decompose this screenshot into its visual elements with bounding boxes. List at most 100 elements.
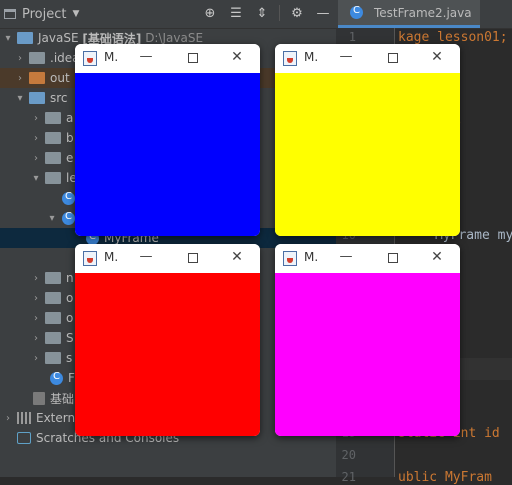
chevron-right-icon[interactable]: › — [30, 133, 42, 144]
chevron-down-icon[interactable]: ▾ — [30, 173, 42, 184]
project-window-icon — [4, 9, 16, 19]
tree-item-label: a — [66, 111, 74, 125]
source-folder-icon — [29, 92, 45, 104]
close-icon[interactable]: ✕ — [229, 249, 245, 265]
project-panel-header: Project ▼ ⊕ ☰ ⇕ ⚙ — — [0, 0, 336, 29]
scratches-icon — [17, 432, 31, 444]
project-toolbar: ⊕ ☰ ⇕ ⚙ — — [201, 4, 332, 22]
folder-icon — [29, 52, 45, 64]
chevron-right-icon[interactable]: › — [14, 73, 26, 84]
chevron-down-icon[interactable]: ▾ — [14, 93, 26, 104]
line-number: 21 — [341, 470, 356, 484]
close-icon[interactable]: ✕ — [429, 49, 445, 65]
tree-item-label: s — [66, 351, 73, 365]
package-icon — [45, 332, 61, 344]
maximize-icon[interactable] — [184, 249, 200, 265]
collapse-all-icon[interactable]: ☰ — [227, 4, 245, 22]
file-icon — [33, 391, 45, 405]
maximize-icon[interactable] — [384, 249, 400, 265]
package-icon — [45, 112, 61, 124]
locate-icon[interactable]: ⊕ — [201, 4, 219, 22]
chevron-right-icon[interactable]: › — [30, 273, 42, 284]
tree-item-label: JavaSE — [38, 31, 79, 45]
chevron-right-icon[interactable]: › — [30, 353, 42, 364]
tree-item-label: F — [68, 371, 75, 385]
frame-title: M. — [304, 250, 319, 264]
frame-title: M. — [104, 250, 119, 264]
package-icon — [45, 152, 61, 164]
awt-frame-blue[interactable]: M. — ✕ — [75, 44, 260, 236]
chevron-right-icon[interactable]: › — [30, 293, 42, 304]
chevron-right-icon[interactable]: › — [30, 313, 42, 324]
hide-icon[interactable]: — — [314, 4, 332, 22]
close-icon[interactable]: ✕ — [429, 249, 445, 265]
awt-frame-red[interactable]: M. — ✕ — [75, 244, 260, 436]
tab-label: TestFrame2.java — [374, 5, 472, 20]
libraries-icon — [17, 412, 31, 424]
frame-content — [275, 73, 460, 236]
tree-item-label: 基础 — [50, 391, 75, 406]
tree-item-label: b — [66, 131, 74, 145]
java-app-icon — [283, 251, 297, 266]
chevron-right-icon[interactable]: › — [14, 53, 26, 64]
tree-item-label: o — [66, 311, 74, 325]
tab-testframe2[interactable]: TestFrame2.java — [338, 0, 480, 28]
java-app-icon — [83, 51, 97, 66]
minimize-icon[interactable]: — — [338, 249, 354, 265]
project-view-selector[interactable]: Project ▼ — [4, 4, 79, 24]
excluded-folder-icon — [29, 72, 45, 84]
module-folder-icon — [17, 32, 33, 44]
chevron-down-icon[interactable]: ▾ — [46, 213, 58, 224]
package-icon — [45, 312, 61, 324]
chevron-down-icon: ▼ — [72, 9, 80, 19]
frame-title: M. — [304, 50, 319, 64]
tree-item-label: src — [50, 91, 68, 105]
java-class-icon — [350, 5, 363, 19]
minimize-icon[interactable]: — — [138, 249, 154, 265]
gear-icon[interactable]: ⚙ — [288, 4, 306, 22]
java-app-icon — [283, 51, 297, 66]
frame-title: M. — [104, 50, 119, 64]
package-icon — [45, 292, 61, 304]
code-line: kage lesson01; — [398, 30, 508, 45]
line-number: 1 — [348, 30, 356, 44]
module-path: D:\JavaSE — [145, 31, 204, 45]
frame-title-bar[interactable]: M. — ✕ — [275, 244, 460, 273]
frame-title-bar[interactable]: M. — ✕ — [75, 244, 260, 273]
frame-content — [75, 73, 260, 236]
frame-content — [275, 273, 460, 436]
toolbar-divider — [279, 5, 280, 21]
java-app-icon — [83, 251, 97, 266]
java-class-icon — [62, 191, 75, 205]
expand-all-icon[interactable]: ⇕ — [253, 4, 271, 22]
tree-item-label: n — [66, 271, 74, 285]
frame-title-bar[interactable]: M. — ✕ — [75, 44, 260, 73]
tree-item-label: e — [66, 151, 74, 165]
package-icon — [45, 352, 61, 364]
package-icon — [45, 272, 61, 284]
minimize-icon[interactable]: — — [138, 49, 154, 65]
code-line: ublic MyFram — [398, 470, 492, 485]
java-class-icon — [50, 371, 63, 385]
project-panel-title: Project — [22, 6, 67, 22]
close-icon[interactable]: ✕ — [229, 49, 245, 65]
chevron-right-icon[interactable]: › — [30, 153, 42, 164]
frame-title-bar[interactable]: M. — ✕ — [275, 44, 460, 73]
ide-window: Project ▼ ⊕ ☰ ⇕ ⚙ — ▾ JavaSE [基础语法] D:\J… — [0, 0, 512, 485]
chevron-right-icon[interactable]: › — [30, 113, 42, 124]
package-icon — [45, 132, 61, 144]
awt-frame-yellow[interactable]: M. — ✕ — [275, 44, 460, 236]
tree-item-label: o — [66, 291, 74, 305]
maximize-icon[interactable] — [384, 49, 400, 65]
awt-frame-magenta[interactable]: M. — ✕ — [275, 244, 460, 436]
tree-item-label: S — [66, 331, 74, 345]
line-number: 20 — [341, 448, 356, 462]
maximize-icon[interactable] — [184, 49, 200, 65]
editor-tab-bar: TestFrame2.java — [336, 0, 512, 29]
minimize-icon[interactable]: — — [338, 49, 354, 65]
chevron-right-icon[interactable]: › — [2, 413, 14, 424]
package-icon — [45, 172, 61, 184]
chevron-down-icon[interactable]: ▾ — [2, 33, 14, 44]
tree-item-label: out — [50, 71, 70, 85]
chevron-right-icon[interactable]: › — [30, 333, 42, 344]
